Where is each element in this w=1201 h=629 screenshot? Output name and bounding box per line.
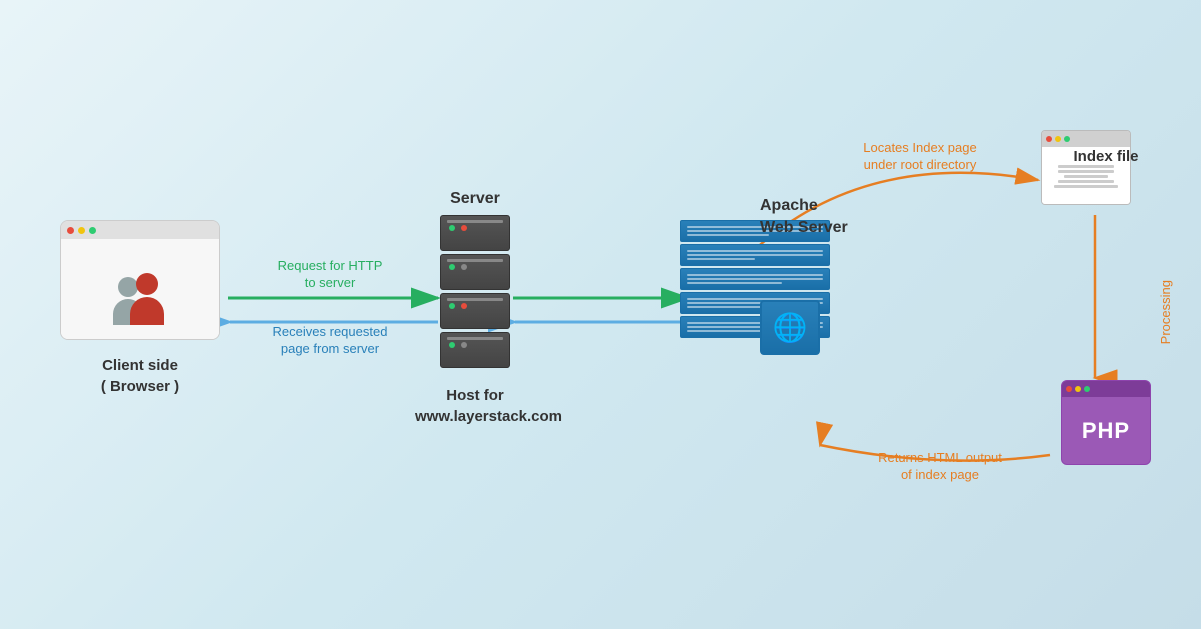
returns-label: Returns HTML output of index page	[835, 450, 1045, 484]
server-unit-1	[440, 215, 510, 251]
client-label: Client side ( Browser )	[55, 355, 225, 397]
people-icon	[105, 255, 175, 325]
request-http-label: Request for HTTP to server	[240, 258, 420, 292]
php-body: PHP	[1062, 397, 1150, 464]
browser-content	[61, 239, 219, 340]
diagram-container: Client side ( Browser ) Server	[0, 0, 1201, 629]
index-file-label: Index file	[1046, 148, 1166, 165]
index-file-box	[1041, 130, 1141, 210]
browser-dot-yellow	[78, 227, 85, 234]
server-stripe	[447, 220, 503, 223]
server-tower	[440, 215, 510, 375]
browser-window	[60, 220, 220, 340]
led-red	[461, 225, 467, 231]
client-label-line2: ( Browser )	[101, 378, 179, 395]
apache-slice-2	[680, 244, 830, 266]
browser-dot-red	[67, 227, 74, 234]
php-titlebar	[1062, 381, 1150, 397]
file-dot-yellow	[1055, 136, 1061, 142]
php-box: PHP	[1061, 380, 1151, 465]
file-icon	[1041, 130, 1131, 205]
php-label: PHP	[1082, 418, 1130, 444]
file-dot-green	[1064, 136, 1070, 142]
server-unit-2	[440, 254, 510, 290]
server-label: Server	[420, 190, 530, 208]
server-unit-4	[440, 332, 510, 368]
server-unit-3	[440, 293, 510, 329]
led-green	[449, 225, 455, 231]
person-front	[130, 273, 164, 325]
apache-globe-box: 🌐	[760, 300, 820, 355]
apache-slice-3	[680, 268, 830, 290]
browser-titlebar	[61, 221, 219, 239]
file-dot-red	[1046, 136, 1052, 142]
apache-server-visual: 🌐	[680, 220, 830, 365]
receives-label: Receives requested page from server	[235, 324, 425, 358]
php-icon: PHP	[1061, 380, 1151, 465]
browser-dot-green	[89, 227, 96, 234]
locates-label: Locates Index page under root directory	[820, 140, 1020, 174]
host-label: Host for www.layerstack.com	[415, 385, 535, 427]
file-titlebar	[1042, 131, 1130, 147]
client-label-line1: Client side	[102, 357, 178, 374]
apache-label: Apache Web Server	[760, 195, 848, 240]
apache-box: 🌐	[680, 220, 880, 370]
globe-icon: 🌐	[773, 311, 808, 344]
processing-label: Processing	[1158, 280, 1173, 344]
